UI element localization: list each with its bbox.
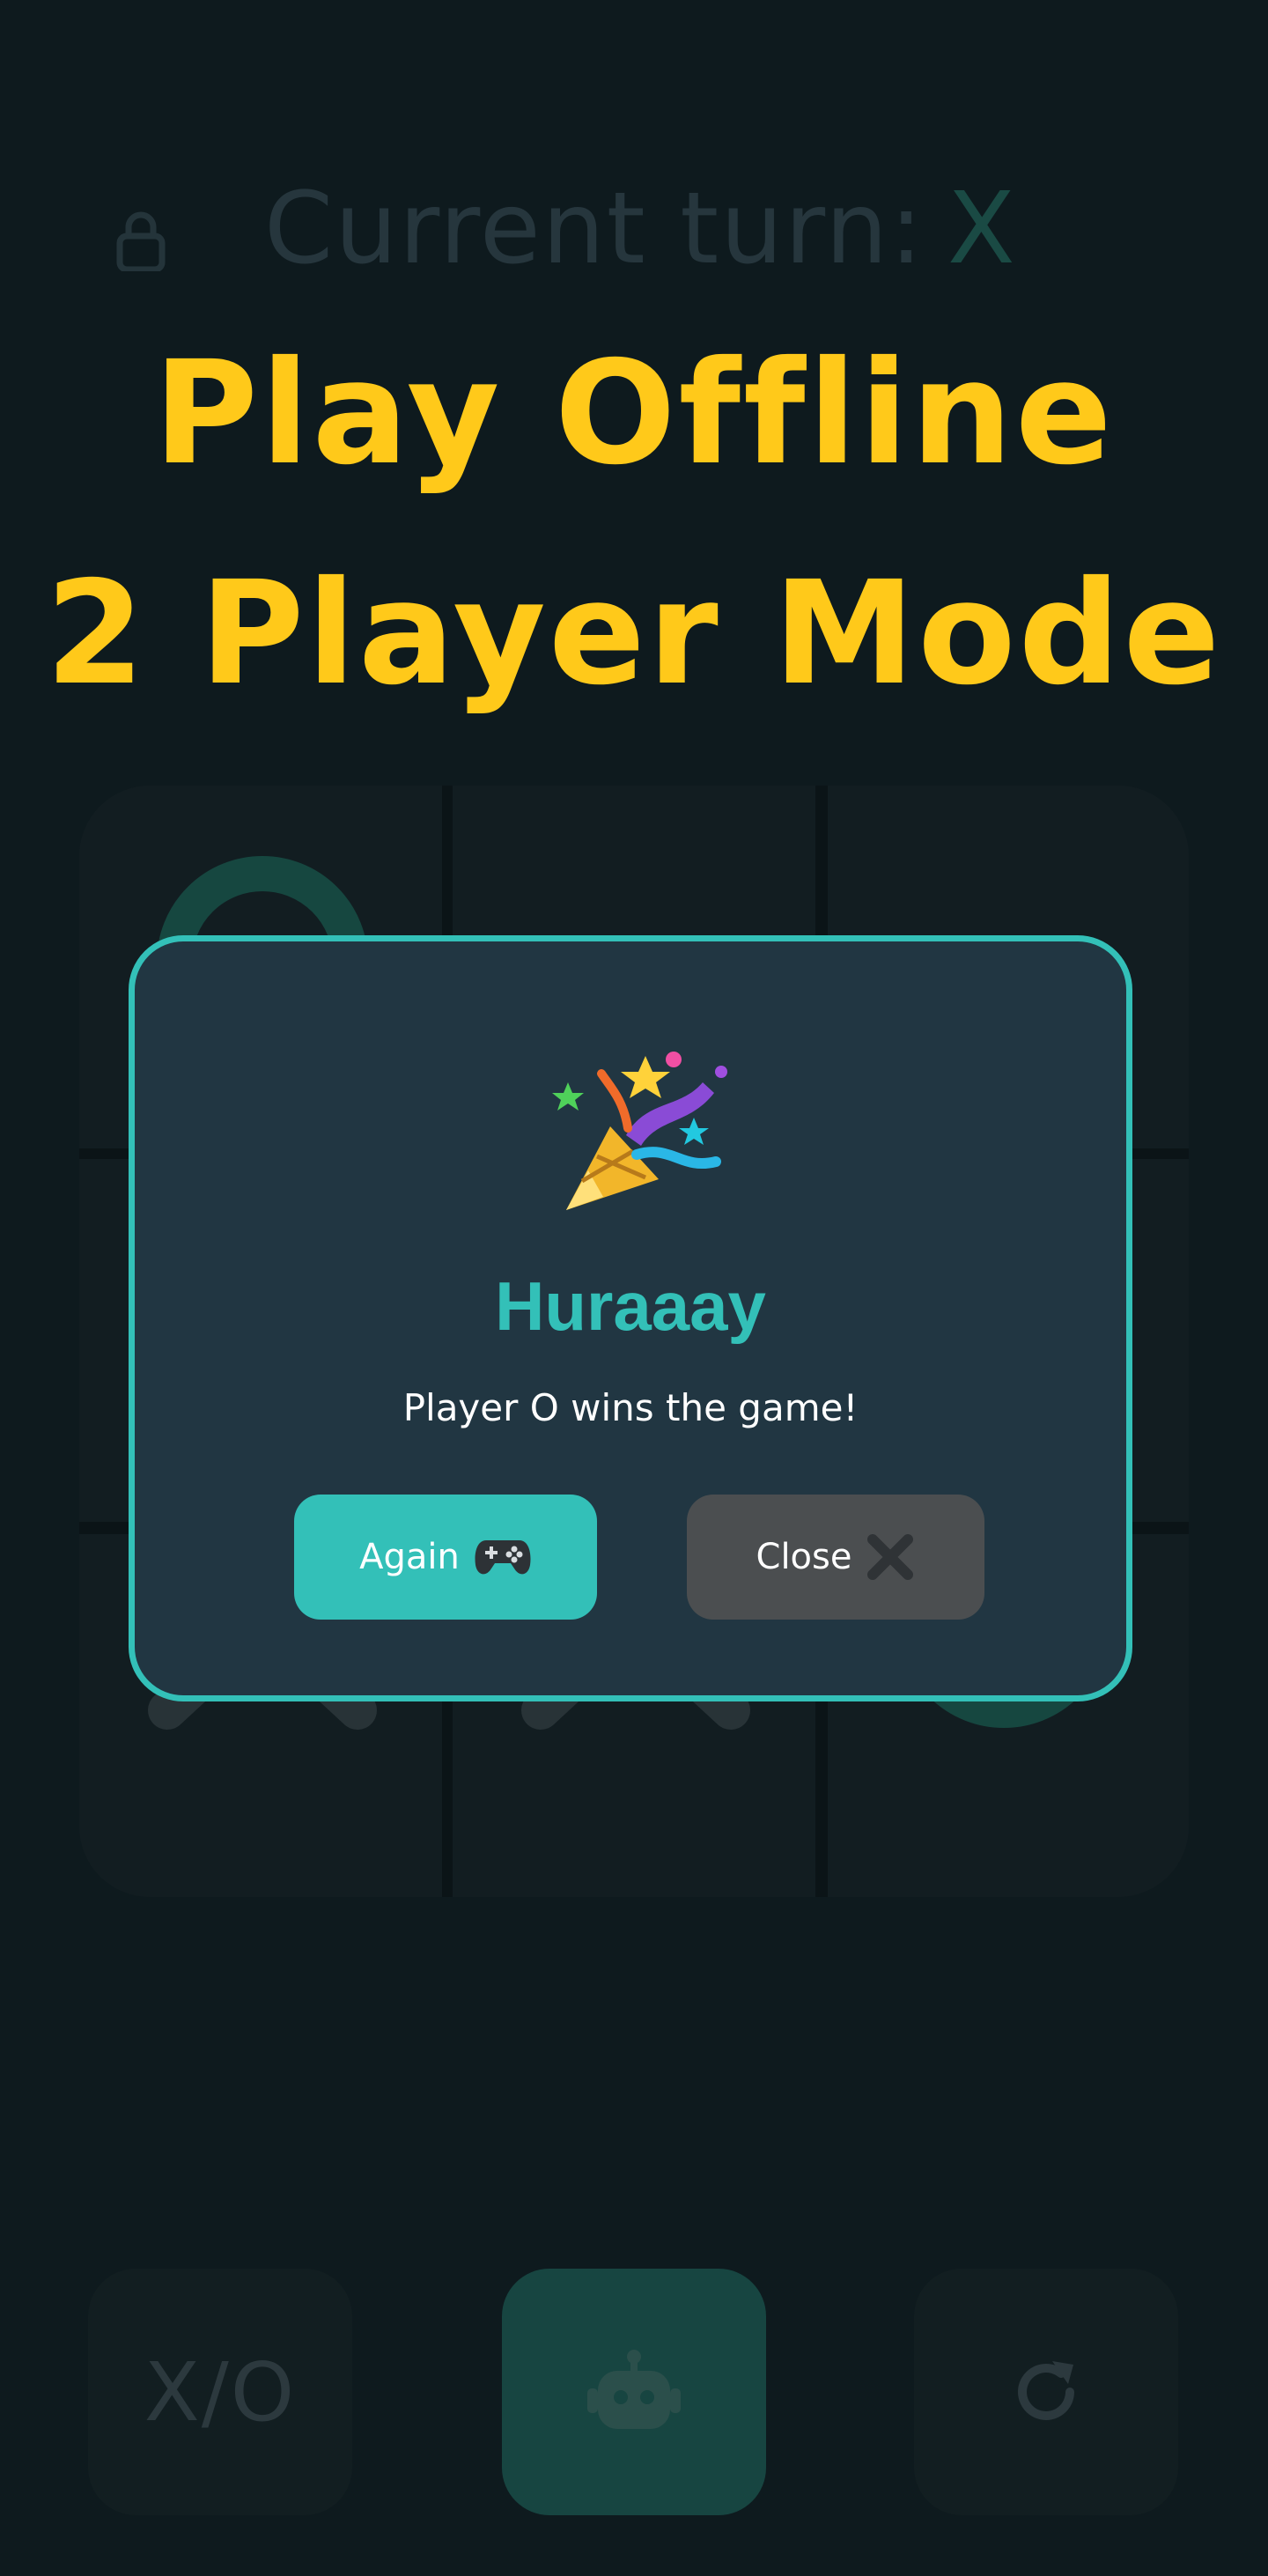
bot-mode-button[interactable] [502, 2269, 766, 2515]
close-button[interactable]: Close [687, 1495, 984, 1620]
reset-button[interactable] [914, 2269, 1178, 2515]
gamepad-icon [475, 1540, 531, 1575]
dialog-title: Huraaay [495, 1267, 766, 1345]
close-button-label: Close [756, 1537, 852, 1577]
robot-icon [587, 2350, 681, 2429]
turn-symbol: X [947, 172, 1017, 286]
lock-icon[interactable] [116, 210, 166, 271]
turn-label-text: Current turn: [264, 172, 925, 286]
xo-toggle-label: X/O [144, 2344, 297, 2439]
win-dialog: Huraaay Player O wins the game! Again Cl… [129, 935, 1132, 1701]
again-button[interactable]: Again [294, 1495, 597, 1620]
headline-line-2: 2 Player Mode [45, 551, 1223, 717]
xo-toggle-button[interactable]: X/O [88, 2269, 352, 2515]
headline-line-1: Play Offline [153, 331, 1115, 497]
close-x-icon [867, 1534, 914, 1580]
dialog-message: Player O wins the game! [402, 1386, 859, 1429]
again-button-label: Again [359, 1537, 460, 1577]
current-turn-indicator: Current turn: X [264, 167, 1110, 291]
party-popper-icon [552, 1052, 727, 1210]
reset-icon [1018, 2361, 1074, 2420]
